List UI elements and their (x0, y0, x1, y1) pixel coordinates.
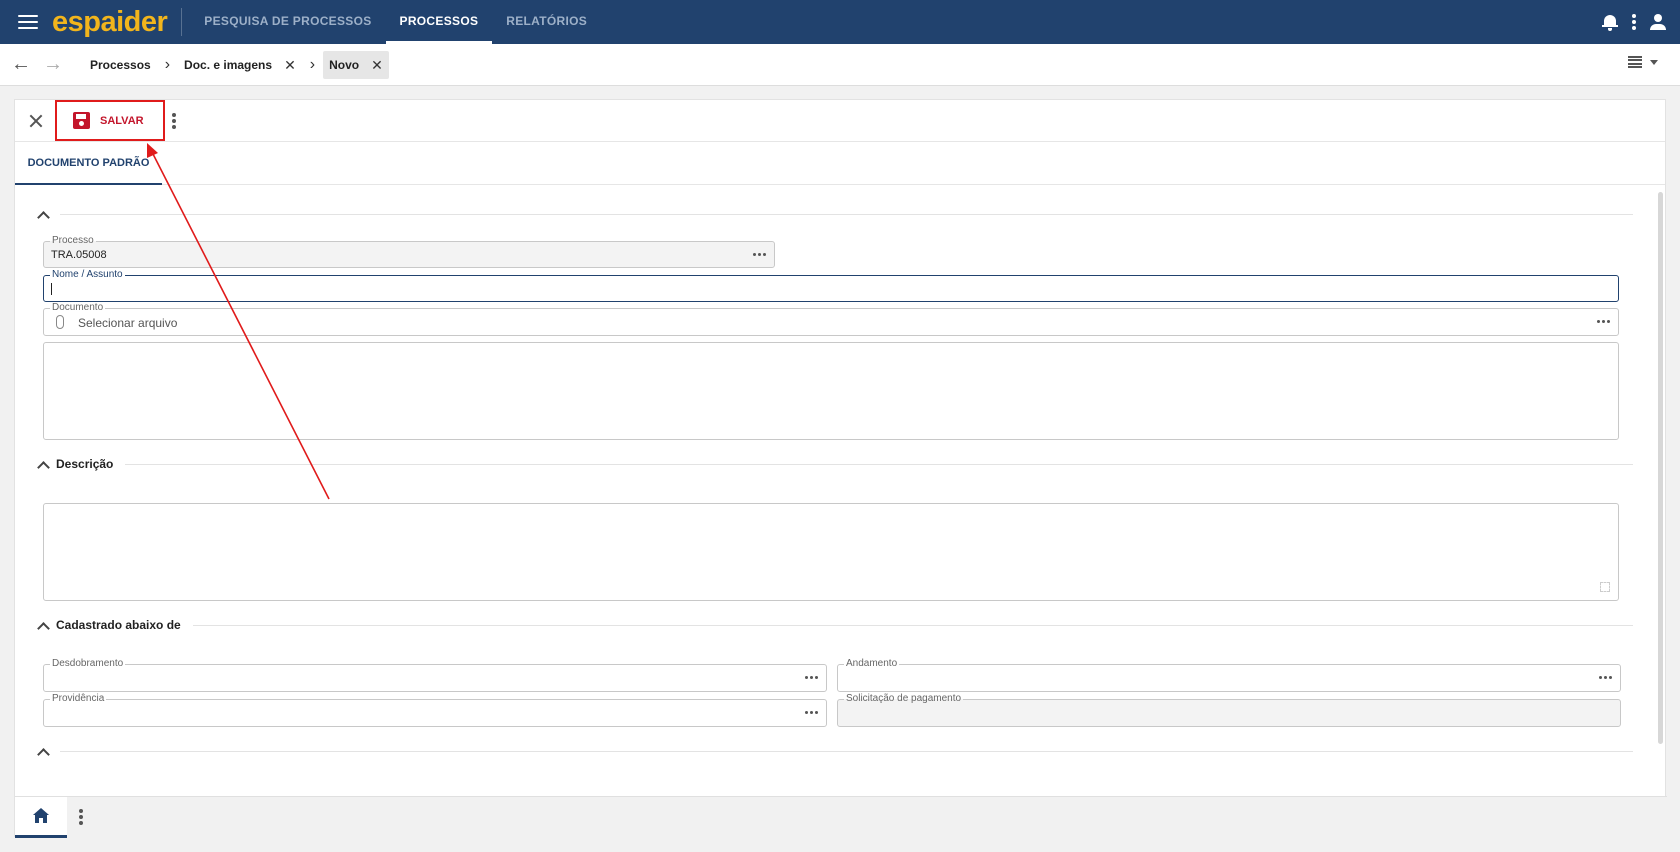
field-label: Solicitação de pagamento (844, 693, 964, 705)
andamento-field[interactable]: Andamento (837, 658, 1621, 692)
ellipsis-icon[interactable] (805, 711, 818, 714)
top-icons (1602, 0, 1666, 44)
section-cadastrado: Cadastrado abaixo de (35, 615, 1633, 635)
hamburger-icon[interactable] (18, 15, 38, 29)
document-preview-area[interactable] (43, 342, 1619, 440)
paperclip-icon (56, 315, 64, 329)
espaider-logo[interactable]: espaider (52, 6, 183, 38)
floppy-icon (73, 112, 90, 129)
save-label: SALVAR (100, 114, 144, 127)
field-label: Nome / Assunto (50, 269, 125, 281)
main-nav: PESQUISA DE PROCESSOS PROCESSOS RELATÓRI… (190, 0, 601, 44)
section-title: Cadastrado abaixo de (56, 618, 181, 632)
field-label: Documento (50, 302, 106, 314)
document-card: SALVAR DOCUMENTO PADRÃO Processo TRA.050… (14, 99, 1667, 838)
more-vert-icon[interactable] (79, 809, 83, 825)
field-label: Processo (50, 235, 96, 247)
back-arrow-icon[interactable]: ← (10, 53, 32, 76)
vertical-scrollbar[interactable] (1658, 192, 1663, 744)
field-placeholder: Selecionar arquivo (78, 316, 178, 330)
close-icon[interactable] (27, 112, 45, 130)
form-toolbar: SALVAR (15, 100, 1665, 142)
top-bar: espaider PESQUISA DE PROCESSOS PROCESSOS… (0, 0, 1680, 44)
section-header (35, 741, 1633, 758)
field-label: Providência (50, 693, 107, 705)
section-divider (60, 750, 1633, 752)
ellipsis-icon[interactable] (1599, 676, 1612, 679)
desdobramento-field[interactable]: Desdobramento (43, 658, 827, 692)
save-button[interactable]: SALVAR (55, 100, 165, 141)
nome-assunto-input[interactable]: Nome / Assunto (43, 269, 1619, 302)
chevron-up-icon[interactable] (37, 460, 50, 474)
section-title: Descrição (56, 457, 114, 471)
chevron-up-icon[interactable] (37, 747, 50, 758)
section-divider (192, 624, 1633, 626)
view-menu-button[interactable] (1628, 56, 1658, 68)
breadcrumb-label: Novo (329, 57, 360, 72)
section-descricao: Descrição (35, 454, 1633, 474)
ellipsis-icon[interactable] (753, 253, 766, 256)
more-vert-icon[interactable] (1632, 14, 1636, 30)
bell-icon[interactable] (1602, 13, 1618, 31)
more-vert-icon[interactable] (172, 113, 176, 129)
breadcrumb-novo[interactable]: Novo ✕ (323, 50, 389, 79)
chevron-up-icon[interactable] (37, 621, 50, 635)
field-label: Andamento (844, 658, 900, 670)
solicitacao-pagamento-field: Solicitação de pagamento (837, 693, 1621, 727)
ellipsis-icon[interactable] (805, 676, 818, 679)
breadcrumb-label: Processos (90, 57, 151, 72)
chevron-up-icon[interactable] (37, 210, 50, 224)
home-icon (33, 808, 49, 823)
forward-arrow-icon[interactable]: → (42, 53, 64, 76)
home-tab[interactable] (15, 796, 67, 838)
field-value: TRA.05008 (51, 249, 107, 261)
section-header (35, 204, 1633, 224)
form-content: Processo TRA.05008 Nome / Assunto Docume… (15, 186, 1667, 758)
ellipsis-icon[interactable] (1597, 320, 1610, 323)
section-divider (60, 213, 1633, 215)
expand-icon[interactable] (1600, 582, 1610, 592)
tab-documento-padrao[interactable]: DOCUMENTO PADRÃO (15, 142, 162, 185)
tab-row: DOCUMENTO PADRÃO (15, 142, 1665, 185)
breadcrumb-bar: ← → Processos › Doc. e imagens ✕ › Novo ✕ (0, 44, 1680, 86)
field-label: Desdobramento (50, 658, 126, 670)
breadcrumb-label: Doc. e imagens (184, 57, 273, 72)
text-cursor (51, 283, 52, 295)
chevron-right-icon: › (309, 55, 316, 73)
nav-tab-relatorios[interactable]: RELATÓRIOS (492, 0, 601, 44)
breadcrumb-processos[interactable]: Processos (84, 51, 157, 79)
list-icon (1628, 56, 1642, 68)
documento-file-input[interactable]: Documento Selecionar arquivo (43, 302, 1619, 336)
descricao-textarea[interactable] (43, 503, 1619, 601)
close-icon[interactable]: ✕ (284, 51, 296, 79)
processo-field[interactable]: Processo TRA.05008 (43, 235, 775, 268)
close-icon[interactable]: ✕ (371, 51, 383, 79)
breadcrumb-doc-imagens[interactable]: Doc. e imagens ✕ (178, 51, 302, 79)
user-icon[interactable] (1650, 14, 1666, 30)
providencia-field[interactable]: Providência (43, 693, 827, 727)
chevron-right-icon: › (164, 55, 171, 73)
nav-tab-pesquisa[interactable]: PESQUISA DE PROCESSOS (190, 0, 385, 44)
bottom-tab-bar (15, 796, 1667, 838)
nav-tab-processos[interactable]: PROCESSOS (385, 0, 493, 44)
caret-down-icon (1650, 59, 1658, 65)
section-divider (125, 463, 1633, 465)
